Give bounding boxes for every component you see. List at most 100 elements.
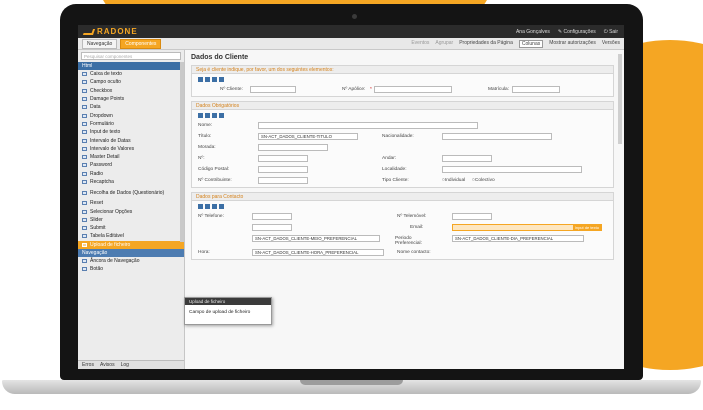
tab-errors[interactable]: Erros [82, 362, 94, 368]
taxpayer-field[interactable] [258, 177, 308, 184]
number-field[interactable] [258, 155, 308, 162]
component-item[interactable]: Intervalo de Valores [78, 145, 184, 153]
add-icon[interactable] [198, 113, 203, 118]
component-item[interactable]: Dropdown [78, 111, 184, 119]
policy-number-field[interactable] [374, 86, 452, 93]
component-item[interactable]: Checkbox [78, 87, 184, 95]
nationality-field[interactable] [442, 133, 552, 140]
section-tools [192, 201, 613, 212]
tab-components[interactable]: Componentes [120, 38, 162, 49]
slider-icon [82, 217, 87, 222]
section-header[interactable]: Dados para Contacto [192, 193, 613, 201]
table-icon [82, 234, 87, 239]
radio-collective[interactable]: ○Colectivo [472, 178, 495, 183]
date-range-icon [82, 138, 87, 143]
floor-label: Andar: [382, 156, 397, 161]
tab-warnings[interactable]: Avisos [100, 362, 115, 368]
locality-field[interactable] [442, 166, 582, 173]
page-title: Dados do Cliente [191, 54, 249, 61]
lock-icon[interactable] [212, 113, 217, 118]
lock-icon[interactable] [212, 204, 217, 209]
group-html-header[interactable]: Html [78, 62, 184, 70]
delete-icon[interactable] [219, 204, 224, 209]
component-item[interactable]: Submit [78, 224, 184, 232]
laptop-base-notch [300, 380, 403, 385]
add-icon[interactable] [198, 204, 203, 209]
main-scrollbar[interactable] [618, 54, 622, 144]
registration-field[interactable] [512, 86, 560, 93]
edit-icon[interactable] [205, 77, 210, 82]
group-navigation-header[interactable]: Navegação [78, 248, 184, 257]
mobile-label: Nº Telemóvel: [397, 214, 427, 219]
component-item-selected[interactable]: Upload de ficheiro [78, 240, 184, 249]
component-item[interactable]: Data [78, 103, 184, 111]
edit-icon[interactable] [205, 113, 210, 118]
preferred-medium-select[interactable]: SN-ACT_DADOS_CLIENTE-MEIO_PREFERENCIAL [252, 235, 380, 242]
show-authorizations-button[interactable]: Mostrar autorizações [549, 40, 596, 48]
delete-icon[interactable] [219, 113, 224, 118]
section-header[interactable]: Dados Obrigatórios [192, 102, 613, 110]
recaptcha-icon [82, 180, 87, 184]
user-name[interactable]: Ana Gonçalves [516, 29, 550, 35]
component-item[interactable]: Campo oculto [78, 78, 184, 86]
section-tools [192, 110, 613, 121]
settings-link[interactable]: ✎ Configurações [558, 29, 596, 35]
component-item[interactable]: Âncora de Navegação [78, 257, 184, 265]
group-button[interactable]: Agrupar [435, 40, 453, 48]
email-label: Email: [410, 225, 424, 230]
logout-link[interactable]: ⏻ Sair [604, 29, 618, 35]
add-icon[interactable] [198, 77, 203, 82]
section-header[interactable]: Seja é cliente indique, por favor, um do… [192, 66, 613, 74]
component-item[interactable]: Input de texto [78, 128, 184, 136]
component-item[interactable]: Botão [78, 265, 184, 273]
radio-icon [82, 171, 87, 176]
client-number-field[interactable] [250, 86, 296, 93]
edit-icon[interactable] [205, 204, 210, 209]
submit-icon [82, 226, 87, 231]
component-item[interactable]: Slider [78, 216, 184, 224]
tab-log[interactable]: Log [121, 362, 129, 368]
events-button[interactable]: Eventos [411, 40, 429, 48]
versions-button[interactable]: Versões [602, 40, 620, 48]
mobile-field[interactable] [452, 213, 492, 220]
component-item[interactable]: Radio [78, 170, 184, 178]
component-item[interactable]: Tabela Editável [78, 232, 184, 240]
address-field[interactable] [258, 144, 328, 151]
sidebar-scrollbar[interactable] [180, 62, 184, 242]
hidden-row-field[interactable] [252, 224, 292, 231]
columns-button[interactable]: Colunas [518, 39, 544, 48]
preferred-day-select[interactable]: SN-ACT_DADOS_CLIENTE-DIA_PREFERENCIAL [452, 235, 584, 242]
name-field[interactable] [258, 122, 478, 129]
radio-individual[interactable]: ○Individual [442, 178, 465, 183]
component-item[interactable]: Formulário [78, 120, 184, 128]
postal-code-field[interactable] [258, 166, 308, 173]
component-item[interactable]: Intervalo de Datas [78, 136, 184, 144]
phone-label: Nº Telefone: [198, 214, 224, 219]
section-required-data: Dados Obrigatórios Nome: Título: SN-ACT_… [191, 101, 614, 188]
tab-navigation[interactable]: Navegação [82, 38, 118, 49]
app-logo: RADONE [82, 27, 138, 36]
email-field[interactable]: Input de texto [452, 224, 602, 231]
page-properties-button[interactable]: Propriedades da Página [459, 40, 513, 48]
lock-icon[interactable] [212, 77, 217, 82]
postal-code-label: Código Postal: [198, 167, 230, 172]
component-item[interactable]: Recolha de Dados (Questionário) [78, 186, 184, 199]
component-item[interactable]: Recaptcha [78, 178, 184, 186]
component-search-input[interactable]: Pesquisar componentes [81, 52, 181, 60]
component-item[interactable]: Reset [78, 199, 184, 207]
number-label: Nº: [198, 156, 205, 161]
phone-field[interactable] [252, 213, 292, 220]
tooltip-title: Upload de ficheiro [185, 298, 271, 305]
preferred-time-select[interactable]: SN-ACT_DADOS_CLIENTE-HORA_PREFERENCIAL [252, 249, 384, 256]
component-item[interactable]: Selecionar Opções [78, 207, 184, 215]
component-item[interactable]: Damage Points [78, 95, 184, 103]
section-contact-data: Dados para Contacto Nº Telefone: Nº Tele… [191, 192, 614, 260]
component-item[interactable]: Master Detail [78, 153, 184, 161]
section-tools [192, 74, 613, 85]
component-item[interactable]: Password [78, 161, 184, 169]
delete-icon[interactable] [219, 77, 224, 82]
component-item[interactable]: Caixa de texto [78, 70, 184, 78]
title-select[interactable]: SN-ACT_DADOS_CLIENTE-TITULO [258, 133, 358, 140]
floor-field[interactable] [442, 155, 492, 162]
dropdown-icon [82, 113, 87, 118]
